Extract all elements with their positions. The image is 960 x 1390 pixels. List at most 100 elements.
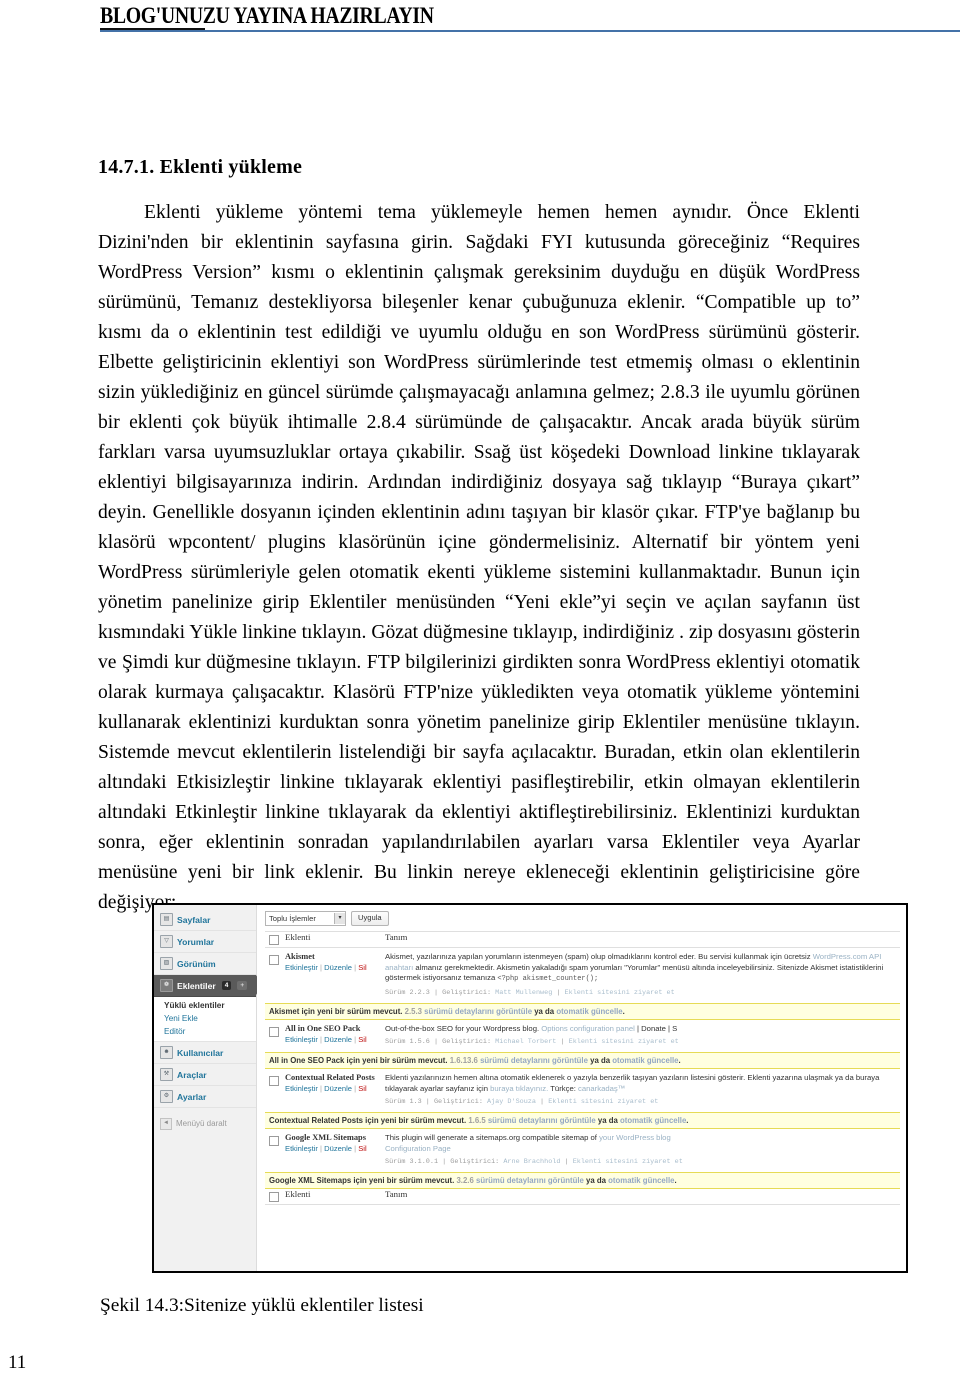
desc-link[interactable]: Options configuration panel <box>541 1024 635 1033</box>
desc-text-1: Akismet, yazılarınıza yapılan yorumların… <box>385 952 813 961</box>
delete-link[interactable]: Sil <box>358 1144 366 1153</box>
activate-link[interactable]: Etkinleştir <box>285 1084 318 1093</box>
delete-link[interactable]: Sil <box>358 1084 366 1093</box>
plugin-author[interactable]: Matt Mullenweg <box>495 989 552 997</box>
configuration-page-link[interactable]: Configuration Page <box>385 1144 451 1153</box>
plugin-author[interactable]: Michael Torbert <box>495 1038 556 1046</box>
plugin-site-link[interactable]: Eklenti sitesini ziyaret et <box>573 1158 683 1166</box>
plugin-author-label: Geliştirici: <box>450 1158 500 1166</box>
edit-link[interactable]: Düzenle <box>324 963 352 972</box>
update-auto-link[interactable]: otomatik güncelle <box>620 1116 686 1125</box>
edit-link[interactable]: Düzenle <box>324 1084 352 1093</box>
update-auto-link[interactable]: otomatik güncelle <box>612 1056 678 1065</box>
body-paragraph: Eklenti yükleme yöntemi tema yüklemeyle … <box>98 202 860 913</box>
sidebar-item-eklentiler[interactable]: ❁ Eklentiler 4 + <box>154 975 263 997</box>
sidebar-submenu-eklentiler: Yüklü eklentiler Yeni Ekle Editör <box>154 997 256 1042</box>
plugin-meta: Sürüm 3.1.0.1 | Geliştirici: Arne Brachh… <box>385 1158 683 1166</box>
plugin-author[interactable]: Ajay D'Souza <box>487 1098 536 1106</box>
desc-text-1: Out-of-the-box SEO for your Wordpress bl… <box>385 1023 542 1033</box>
activate-link[interactable]: Etkinleştir <box>285 963 318 972</box>
update-suffix: . <box>674 1176 677 1185</box>
edit-link[interactable]: Düzenle <box>324 1144 352 1153</box>
row-checkbox[interactable] <box>269 955 279 965</box>
update-mid: ya da <box>534 1006 555 1016</box>
sidebar-subitem-editor[interactable]: Editör <box>164 1025 256 1038</box>
plugin-meta: Sürüm 2.2.3 | Geliştirici: Matt Mullenwe… <box>385 988 675 997</box>
row-checkbox-cell[interactable] <box>265 1128 281 1173</box>
column-footer-name: Eklenti <box>281 1188 385 1205</box>
plugin-description: This plugin will generate a sitemaps.org… <box>385 1133 900 1154</box>
sidebar-item-kullanicilar[interactable]: ☻ Kullanıcılar <box>154 1042 256 1064</box>
update-details-link[interactable]: sürümü detaylarını görüntüle <box>476 1176 584 1185</box>
select-all-cell[interactable] <box>265 931 281 948</box>
update-details-link[interactable]: sürümü detaylarını görüntüle <box>480 1056 588 1065</box>
page-icon: ▤ <box>160 913 173 926</box>
sidebar-item-gorunum[interactable]: ▨ Görünüm <box>154 953 256 975</box>
activate-link[interactable]: Etkinleştir <box>285 1144 318 1153</box>
desc-link[interactable]: buraya tıklayınız. <box>490 1084 548 1093</box>
apply-button[interactable]: Uygula <box>351 910 389 926</box>
collapse-menu-label: Menüyü daralt <box>176 1119 227 1128</box>
plugin-site-link[interactable]: Eklenti sitesini ziyaret et <box>565 989 675 997</box>
select-all-checkbox[interactable] <box>269 935 279 945</box>
plugin-author[interactable]: Arne Brachhold <box>503 1158 560 1166</box>
update-mid: ya da <box>586 1176 606 1185</box>
select-all-cell-footer[interactable] <box>265 1188 281 1205</box>
row-checkbox[interactable] <box>269 1136 279 1146</box>
plugin-name-cell: Akismet Etkinleştir | Düzenle | Sil <box>281 947 385 1003</box>
tools-icon: ⚒ <box>160 1068 173 1081</box>
update-auto-link[interactable]: otomatik güncelle <box>608 1176 674 1185</box>
sidebar-subitem-yeni-ekle[interactable]: Yeni Ekle <box>164 1012 256 1025</box>
bulk-actions-select[interactable]: Toplu İşlemler ▾ <box>265 910 346 926</box>
plugin-name: Contextual Related Posts <box>285 1073 375 1082</box>
edit-link[interactable]: Düzenle <box>324 1035 352 1044</box>
appearance-icon: ▨ <box>160 957 173 970</box>
row-checkbox-cell[interactable] <box>265 947 281 1003</box>
update-details-link[interactable]: sürümü detaylarını görüntüle <box>488 1116 596 1125</box>
plugin-author-label: Geliştirici: <box>442 1038 492 1046</box>
wordpress-admin-screenshot: ▤ Sayfalar ▽ Yorumlar ▨ Görünüm ❁ Eklent… <box>152 903 908 1273</box>
plugin-description: Out-of-the-box SEO for your Wordpress bl… <box>385 1024 900 1035</box>
update-details-link[interactable]: sürümü detaylarını görüntüle <box>424 1007 532 1016</box>
figure-caption: Şekil 14.3:Sitenize yüklü eklentiler lis… <box>100 1295 424 1316</box>
bulk-actions-value: Toplu İşlemler <box>269 913 316 923</box>
running-head: BLOG'UNUZU YAYINA HAZIRLAYIN <box>0 0 960 40</box>
sidebar-item-araclar[interactable]: ⚒ Araçlar <box>154 1064 256 1086</box>
update-suffix: . <box>686 1116 689 1125</box>
users-icon: ☻ <box>160 1046 173 1059</box>
sidebar-item-label: Kullanıcılar <box>177 1047 224 1058</box>
sidebar-item-yorumlar[interactable]: ▽ Yorumlar <box>154 931 256 953</box>
row-checkbox[interactable] <box>269 1026 279 1037</box>
plugin-actions: Etkinleştir | Düzenle | Sil <box>285 1034 367 1044</box>
row-checkbox-cell[interactable] <box>265 1068 281 1113</box>
desc-link[interactable]: your WordPress blog <box>599 1133 671 1142</box>
plugin-site-link[interactable]: Eklenti sitesini ziyaret et <box>569 1038 679 1046</box>
plus-badge: + <box>237 981 248 990</box>
row-checkbox[interactable] <box>269 1076 279 1086</box>
update-count-badge: 4 <box>221 981 232 990</box>
plugin-actions: Etkinleştir | Düzenle | Sil <box>285 1144 367 1153</box>
delete-link[interactable]: Sil <box>358 963 366 972</box>
bulk-actions-bar: Toplu İşlemler ▾ Uygula <box>265 910 900 926</box>
sidebar-subitem-yuklu-eklentiler[interactable]: Yüklü eklentiler <box>164 999 256 1012</box>
update-auto-link[interactable]: otomatik güncelle <box>556 1007 622 1016</box>
update-version: 1.6.13.6 <box>449 1056 478 1065</box>
desc-code: canarkadaş™ <box>578 1083 626 1093</box>
collapse-menu-button[interactable]: ◄ Menüyü daralt <box>154 1114 256 1133</box>
chevron-down-icon: ▾ <box>334 912 345 924</box>
admin-sidebar: ▤ Sayfalar ▽ Yorumlar ▨ Görünüm ❁ Eklent… <box>154 905 263 1271</box>
sidebar-item-label: Sayfalar <box>177 914 211 925</box>
update-notice: Google XML Sitemaps için yeni bir sürüm … <box>265 1172 900 1189</box>
sidebar-item-label: Eklentiler <box>177 980 216 991</box>
plugin-version: Sürüm 2.2.3 <box>385 988 430 997</box>
activate-link[interactable]: Etkinleştir <box>285 1035 318 1044</box>
update-prefix: Contextual Related Posts için yeni bir s… <box>269 1116 467 1125</box>
sidebar-item-sayfalar[interactable]: ▤ Sayfalar <box>154 909 256 931</box>
row-checkbox-cell[interactable] <box>265 1019 281 1053</box>
plugin-site-link[interactable]: Eklenti sitesini ziyaret et <box>548 1098 658 1106</box>
running-head-title: BLOG'UNUZU YAYINA HAZIRLAYIN <box>100 3 434 28</box>
sidebar-item-ayarlar[interactable]: ⚙ Ayarlar <box>154 1086 256 1108</box>
update-version: 1.6.5 <box>468 1116 486 1125</box>
delete-link[interactable]: Sil <box>358 1035 366 1044</box>
select-all-checkbox-footer[interactable] <box>269 1192 279 1202</box>
